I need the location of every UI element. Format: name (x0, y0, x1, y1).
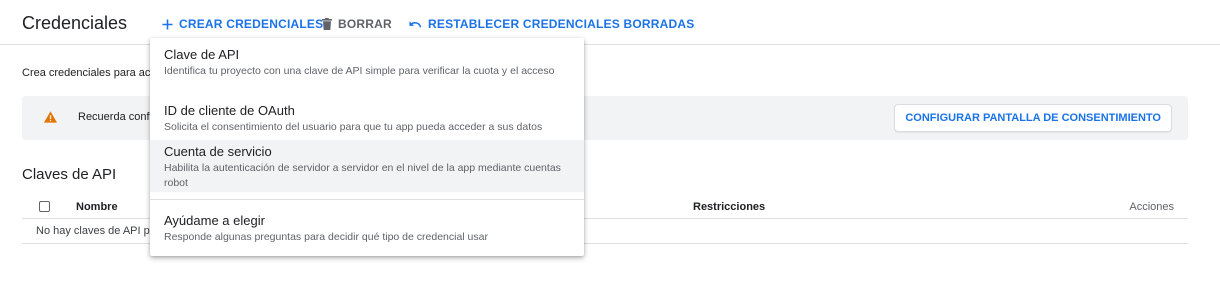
delete-button[interactable]: BORRAR (322, 17, 392, 31)
menu-item-title: Ayúdame a elegir (164, 213, 265, 228)
column-name[interactable]: Nombre (76, 201, 118, 213)
empty-table-message: No hay claves de API pa (36, 225, 156, 237)
undo-icon (409, 21, 422, 28)
menu-item-description: Identifica tu proyecto con una clave de … (164, 65, 555, 77)
column-restrictions: Restricciones (693, 201, 766, 213)
configure-consent-screen-button[interactable]: CONFIGURAR PANTALLA DE CONSENTIMIENTO (894, 104, 1172, 132)
menu-item-title: Cuenta de servicio (164, 144, 272, 159)
page-title: Credenciales (22, 13, 128, 33)
menu-item-title: Clave de API (164, 47, 240, 62)
menu-item-description: Responde algunas preguntas para decidir … (164, 231, 488, 243)
plus-icon (162, 18, 173, 30)
create-credentials-button[interactable]: CREAR CREDENCIALES (162, 17, 323, 31)
create-credentials-menu: Clave de API Identifica tu proyecto con … (150, 38, 584, 256)
menu-item-description: Solicita el consentimiento del usuario p… (164, 121, 543, 133)
restore-label: RESTABLECER CREDENCIALES BORRADAS (428, 17, 695, 31)
menu-divider (150, 199, 584, 200)
delete-label: BORRAR (338, 17, 392, 31)
column-actions: Acciones (1129, 201, 1174, 213)
restore-deleted-credentials-button[interactable]: RESTABLECER CREDENCIALES BORRADAS (409, 17, 694, 31)
menu-item-api-key[interactable]: Clave de API Identifica tu proyecto con … (150, 38, 584, 96)
select-all-checkbox[interactable] (39, 201, 50, 212)
menu-item-help-me-choose[interactable]: Ayúdame a elegir Responde algunas pregun… (150, 208, 584, 252)
menu-item-description: Habilita la autenticación de servidor a … (164, 162, 561, 189)
api-keys-heading: Claves de API (22, 166, 117, 183)
intro-text: Crea credenciales para acc (22, 67, 156, 79)
trash-icon (322, 18, 332, 30)
menu-item-title: ID de cliente de OAuth (164, 103, 295, 118)
warning-icon (44, 111, 57, 123)
menu-item-service-account[interactable]: Cuenta de servicio Habilita la autentica… (150, 140, 584, 192)
banner-text: Recuerda conf (78, 111, 150, 123)
create-credentials-label: CREAR CREDENCIALES (179, 17, 324, 31)
menu-item-oauth-client-id[interactable]: ID de cliente de OAuth Solicita el conse… (150, 96, 584, 140)
